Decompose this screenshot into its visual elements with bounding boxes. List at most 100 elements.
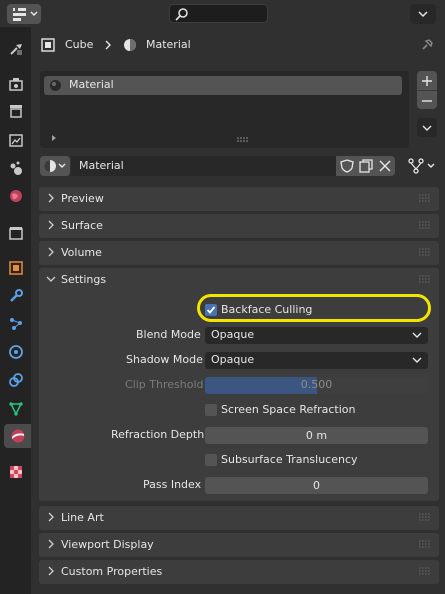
breadcrumb: Cube Material: [31, 27, 445, 63]
panel-custom-properties-label: Custom Properties: [61, 565, 163, 578]
tab-data[interactable]: [4, 396, 28, 420]
mesh-data-icon: [9, 402, 23, 416]
drag-grip-icon[interactable]: [419, 513, 431, 521]
backface-culling-label: Backface Culling: [221, 303, 313, 316]
render-icon: [9, 78, 23, 91]
editor-type-button[interactable]: [7, 4, 41, 24]
resize-grip-icon[interactable]: [237, 137, 249, 143]
physics-icon: [9, 345, 23, 359]
subsurface-translucency-checkbox[interactable]: Subsurface Translucency: [205, 453, 405, 467]
chevron-right-icon: [48, 220, 54, 230]
material-name: Material: [79, 159, 124, 172]
panel-settings-header[interactable]: Settings: [39, 268, 439, 292]
refraction-depth-field[interactable]: 0 m: [205, 427, 428, 444]
slot-add-remove-group: [417, 71, 437, 109]
options-dropdown-button[interactable]: [410, 4, 436, 24]
blend-mode-label: Blend Mode: [136, 328, 201, 341]
world-icon: [10, 190, 22, 202]
tab-render[interactable]: [4, 72, 28, 96]
drag-grip-icon[interactable]: [419, 540, 431, 548]
shadow-mode-value: Opaque: [211, 353, 255, 366]
tab-particles[interactable]: [4, 312, 28, 336]
tab-collection[interactable]: [4, 221, 28, 245]
panel-viewport-display-label: Viewport Display: [61, 538, 154, 551]
drag-grip-icon[interactable]: [419, 248, 431, 256]
blend-mode-value: Opaque: [211, 328, 255, 341]
panel-volume[interactable]: Volume: [39, 241, 439, 265]
slot-specials-button[interactable]: [417, 118, 437, 137]
tool-icon: [10, 44, 22, 55]
drag-grip-icon[interactable]: [419, 221, 431, 229]
panel-surface[interactable]: Surface: [39, 214, 439, 238]
chevron-down-icon: [46, 276, 56, 282]
particles-icon: [10, 318, 22, 330]
shield-fake-user-icon[interactable]: [340, 159, 354, 173]
panel-settings-label: Settings: [61, 273, 107, 286]
pin-icon[interactable]: [419, 37, 435, 53]
drag-grip-icon[interactable]: [419, 567, 431, 575]
tab-tool[interactable]: [4, 37, 28, 61]
object-icon: [9, 261, 23, 275]
breadcrumb-material: Material: [146, 38, 191, 51]
chevron-down-icon: [418, 11, 428, 18]
material-slot-label: Material: [69, 78, 114, 91]
panel-line-art[interactable]: Line Art: [39, 506, 439, 530]
tab-constraints[interactable]: [4, 368, 28, 392]
search-icon: [175, 8, 188, 21]
tab-physics[interactable]: [4, 340, 28, 364]
clip-threshold-slider[interactable]: 0.500: [205, 377, 428, 394]
panel-settings: Settings Backface Culling Blend Mode Opa…: [39, 268, 439, 501]
material-slot-list: Material: [40, 71, 409, 148]
material-slot-item[interactable]: Material: [44, 76, 402, 95]
add-slot-icon[interactable]: [421, 75, 433, 87]
panel-viewport-display[interactable]: Viewport Display: [39, 533, 439, 557]
chevron-right-icon: [48, 512, 54, 522]
backface-culling-checkbox[interactable]: Backface Culling: [205, 303, 405, 317]
chevron-down-icon: [412, 357, 422, 363]
checkbox-unchecked: [205, 404, 217, 416]
tab-world[interactable]: [4, 184, 28, 208]
refraction-depth-value: 0 m: [305, 429, 328, 442]
panel-surface-label: Surface: [61, 219, 103, 232]
screen-space-refraction-label: Screen Space Refraction: [221, 403, 356, 416]
object-square-icon: [41, 38, 55, 52]
screen-space-refraction-checkbox[interactable]: Screen Space Refraction: [205, 403, 405, 417]
checkmark-icon: [206, 306, 216, 314]
node-link-icon: [408, 158, 435, 174]
panel-custom-properties[interactable]: Custom Properties: [39, 560, 439, 584]
wrench-icon: [10, 289, 23, 302]
pass-index-field[interactable]: 0: [205, 477, 428, 494]
tab-texture[interactable]: [4, 460, 28, 484]
breadcrumb-object: Cube: [65, 38, 94, 51]
node-tree-dropdown[interactable]: [406, 156, 437, 176]
shadow-mode-dropdown[interactable]: Opaque: [205, 352, 428, 369]
collection-icon: [9, 227, 23, 240]
tab-modifiers[interactable]: [4, 284, 28, 308]
remove-slot-icon[interactable]: [421, 95, 433, 107]
checkbox-unchecked: [205, 454, 217, 466]
pass-index-value: 0: [313, 479, 320, 492]
panel-preview-label: Preview: [61, 192, 104, 205]
output-icon: [10, 105, 22, 118]
duplicate-icon[interactable]: [359, 159, 373, 173]
panel-line-art-label: Line Art: [61, 511, 104, 524]
datablock-actions: [336, 156, 395, 176]
search-input[interactable]: [169, 4, 268, 23]
tab-output[interactable]: [4, 99, 28, 123]
tab-view-layer[interactable]: [4, 128, 28, 152]
close-icon[interactable]: [378, 159, 392, 173]
chevron-down-icon: [422, 125, 432, 131]
drag-grip-icon[interactable]: [419, 194, 431, 202]
material-icon: [11, 429, 24, 443]
tab-object[interactable]: [4, 256, 28, 280]
panel-preview[interactable]: Preview: [39, 187, 439, 211]
tab-scene[interactable]: [4, 156, 28, 180]
blend-mode-dropdown[interactable]: Opaque: [205, 327, 428, 344]
chevron-down-icon: [412, 332, 422, 338]
refraction-depth-label: Refraction Depth: [111, 428, 205, 441]
browse-material-button[interactable]: [40, 156, 70, 176]
expand-triangle-icon[interactable]: [50, 134, 58, 142]
drag-grip-icon[interactable]: [419, 275, 431, 283]
tab-material[interactable]: [4, 424, 31, 448]
scene-icon: [10, 161, 22, 175]
